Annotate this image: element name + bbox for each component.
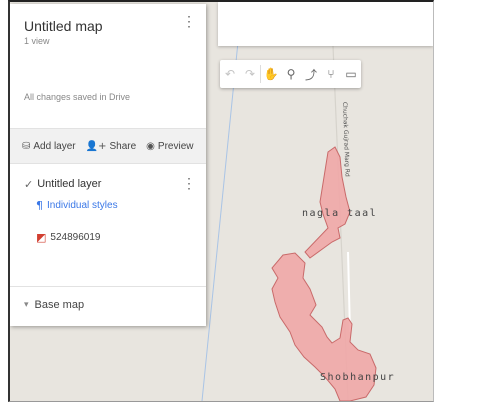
share-icon: 👤+: [85, 140, 107, 152]
place-label-shobhanpur: Shobhanpur: [320, 372, 395, 383]
feature-label: 524896019: [50, 231, 101, 243]
share-label: Share: [109, 140, 137, 152]
layer-options-menu-icon[interactable]: ⋮: [182, 176, 196, 190]
add-marker-button[interactable]: ⚲: [281, 60, 301, 88]
map-toolbar: ↶ ↷ ✋ ⚲ ⤴ ⑂ ▭: [220, 60, 361, 88]
map-options-menu-icon[interactable]: ⋮: [182, 14, 196, 28]
panel-header: Untitled map 1 view ⋮ All changes saved …: [10, 4, 206, 128]
undo-button[interactable]: ↶: [220, 60, 240, 88]
place-label-nagla-taal: nagla taal: [302, 208, 377, 219]
hand-icon: ✋: [263, 67, 279, 81]
map-view-count: 1 view: [24, 36, 50, 46]
add-layer-icon: ⛁: [22, 140, 31, 152]
draw-line-icon: ⤴: [304, 67, 317, 82]
base-map-toggle[interactable]: ▾ Base map: [10, 286, 206, 322]
add-layer-label: Add layer: [33, 140, 76, 152]
measure-button[interactable]: ▭: [341, 60, 361, 88]
ruler-icon: ▭: [345, 67, 357, 81]
save-status: All changes saved in Drive: [24, 92, 131, 102]
map-title[interactable]: Untitled map: [24, 18, 206, 34]
preview-button[interactable]: ◉ Preview: [146, 141, 193, 152]
redo-icon: ↷: [244, 67, 256, 81]
base-map-label: Base map: [34, 298, 85, 311]
chevron-down-icon: ▾: [24, 299, 29, 310]
style-paint-icon: ¶: [36, 198, 43, 212]
layer-section: ✓ Untitled layer ⋮ ¶ Individual styles ◩…: [10, 174, 206, 252]
directions-icon: ⑂: [327, 67, 335, 81]
feature-item[interactable]: ◩ 524896019: [10, 222, 206, 252]
layer-header: ✓ Untitled layer: [10, 174, 206, 194]
polygon-icon: ◩: [36, 230, 47, 244]
app-frame: Chuchak Gujrad Marg Rd nagla taal Shobha…: [8, 0, 434, 402]
map-panel: Untitled map 1 view ⋮ All changes saved …: [10, 4, 206, 326]
individual-styles-label: Individual styles: [47, 199, 118, 211]
draw-line-button[interactable]: ⤴: [301, 60, 321, 88]
undo-icon: ↶: [224, 67, 236, 81]
redo-button[interactable]: ↷: [240, 60, 260, 88]
preview-label: Preview: [157, 140, 194, 152]
layer-title[interactable]: Untitled layer: [37, 178, 101, 190]
share-button[interactable]: 👤+ Share: [86, 141, 137, 152]
layer-checkbox-icon[interactable]: ✓: [24, 178, 33, 191]
preview-icon: ◉: [146, 140, 155, 152]
directions-button[interactable]: ⑂: [321, 60, 341, 88]
marker-icon: ⚲: [286, 67, 296, 81]
select-items-button[interactable]: ✋: [261, 60, 281, 88]
search-box[interactable]: [218, 2, 433, 46]
add-layer-button[interactable]: ⛁ Add layer: [22, 141, 76, 152]
panel-actions: ⛁ Add layer 👤+ Share ◉ Preview: [10, 128, 206, 164]
individual-styles-link[interactable]: ¶ Individual styles: [10, 194, 206, 216]
